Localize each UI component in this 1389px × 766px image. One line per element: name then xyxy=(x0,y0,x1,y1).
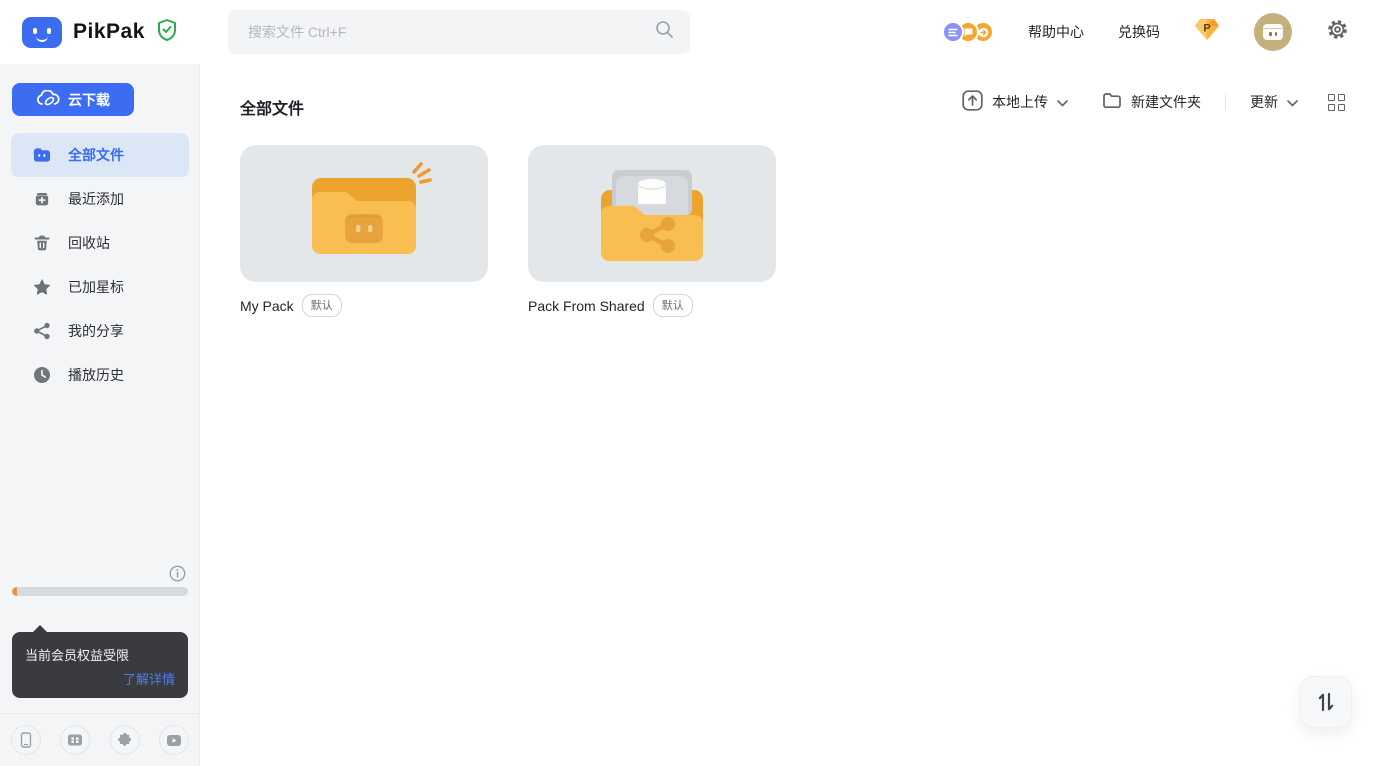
list-badge-icon xyxy=(942,21,964,43)
sidebar-item-play-history[interactable]: 播放历史 xyxy=(11,353,189,397)
history-icon xyxy=(33,366,51,384)
brand-name: PikPak xyxy=(73,20,145,44)
folder-name: Pack From Shared xyxy=(528,298,645,314)
chevron-down-icon xyxy=(1057,94,1068,110)
all-files-icon xyxy=(33,146,51,164)
new-folder-button[interactable]: 新建文件夹 xyxy=(1102,92,1201,112)
share-icon xyxy=(33,322,51,340)
my-pack-folder-icon xyxy=(286,162,442,266)
premium-gem-icon[interactable]: P xyxy=(1194,18,1220,46)
folder-name: My Pack xyxy=(240,298,294,314)
upload-icon xyxy=(962,90,983,114)
app-header: PikPak xyxy=(0,0,1389,64)
mobile-app-button[interactable] xyxy=(11,725,41,755)
recent-added-icon xyxy=(33,190,51,208)
search-input[interactable] xyxy=(228,24,655,40)
new-folder-label: 新建文件夹 xyxy=(1131,92,1201,112)
tv-app-button[interactable] xyxy=(60,725,90,755)
browser-extension-button[interactable] xyxy=(110,725,140,755)
grid-view-toggle-icon[interactable] xyxy=(1328,94,1345,111)
update-label: 更新 xyxy=(1250,92,1278,112)
local-upload-button[interactable]: 本地上传 xyxy=(962,90,1068,114)
sidebar-item-label: 全部文件 xyxy=(68,145,124,165)
sidebar: 云下载 全部文件 最近添加 xyxy=(0,64,200,766)
cloud-link-icon xyxy=(36,90,60,110)
help-center-link[interactable]: 帮助中心 xyxy=(1028,22,1084,42)
settings-gear-icon[interactable] xyxy=(1326,18,1349,46)
storage-progress-fill xyxy=(12,587,17,596)
sidebar-item-label: 我的分享 xyxy=(68,321,124,341)
search-bar xyxy=(228,10,690,54)
sidebar-item-trash[interactable]: 回收站 xyxy=(11,221,189,265)
transfer-arrows-icon xyxy=(1315,690,1337,714)
local-upload-label: 本地上传 xyxy=(992,92,1048,112)
sidebar-item-label: 已加星标 xyxy=(68,277,124,297)
shared-folder-icon xyxy=(574,162,730,266)
folder-thumbnail[interactable] xyxy=(240,145,488,282)
folder-card-my-pack[interactable]: My Pack 默认 xyxy=(240,145,488,317)
transfer-list-button[interactable] xyxy=(1300,676,1352,728)
video-play-icon xyxy=(166,734,182,747)
membership-tooltip: 当前会员权益受限 了解详情 xyxy=(12,632,188,698)
sidebar-item-my-shares[interactable]: 我的分享 xyxy=(11,309,189,353)
learn-more-link[interactable]: 了解详情 xyxy=(123,669,175,688)
tooltip-text: 当前会员权益受限 xyxy=(25,645,175,664)
sidebar-divider xyxy=(0,713,199,714)
video-channel-button[interactable] xyxy=(159,725,189,755)
sidebar-item-label: 最近添加 xyxy=(68,189,124,209)
main-content: 全部文件 本地上传 新建文件夹 xyxy=(200,64,1389,766)
redeem-code-link[interactable]: 兑换码 xyxy=(1118,22,1160,42)
sidebar-item-label: 回收站 xyxy=(68,233,110,253)
folder-card-pack-from-shared[interactable]: Pack From Shared 默认 xyxy=(528,145,776,317)
sidebar-item-label: 播放历史 xyxy=(68,365,124,385)
sidebar-item-recent-added[interactable]: 最近添加 xyxy=(11,177,189,221)
update-button[interactable]: 更新 xyxy=(1250,92,1298,112)
cloud-download-label: 云下载 xyxy=(68,90,110,110)
sidebar-item-starred[interactable]: 已加星标 xyxy=(11,265,189,309)
user-avatar[interactable] xyxy=(1254,13,1292,51)
toolbar-divider xyxy=(1225,94,1226,110)
star-icon xyxy=(33,278,51,296)
chevron-down-icon xyxy=(1287,94,1298,110)
tv-box-icon xyxy=(67,733,83,747)
pikpak-logo-icon[interactable] xyxy=(22,17,62,48)
folder-thumbnail[interactable] xyxy=(528,145,776,282)
puzzle-icon xyxy=(117,732,133,748)
info-icon[interactable] xyxy=(169,565,186,587)
search-icon[interactable] xyxy=(655,20,674,44)
shield-verified-icon xyxy=(156,18,178,47)
default-badge: 默认 xyxy=(653,294,693,317)
mobile-icon xyxy=(19,732,33,748)
default-badge: 默认 xyxy=(302,294,342,317)
svg-text:P: P xyxy=(1203,23,1210,35)
cloud-download-button[interactable]: 云下载 xyxy=(12,83,134,116)
storage-progress-bar xyxy=(12,587,188,596)
page-title: 全部文件 xyxy=(240,95,304,119)
folder-icon xyxy=(1102,92,1122,112)
sidebar-item-all-files[interactable]: 全部文件 xyxy=(11,133,189,177)
activity-badges[interactable] xyxy=(942,21,994,43)
trash-icon xyxy=(33,234,51,252)
